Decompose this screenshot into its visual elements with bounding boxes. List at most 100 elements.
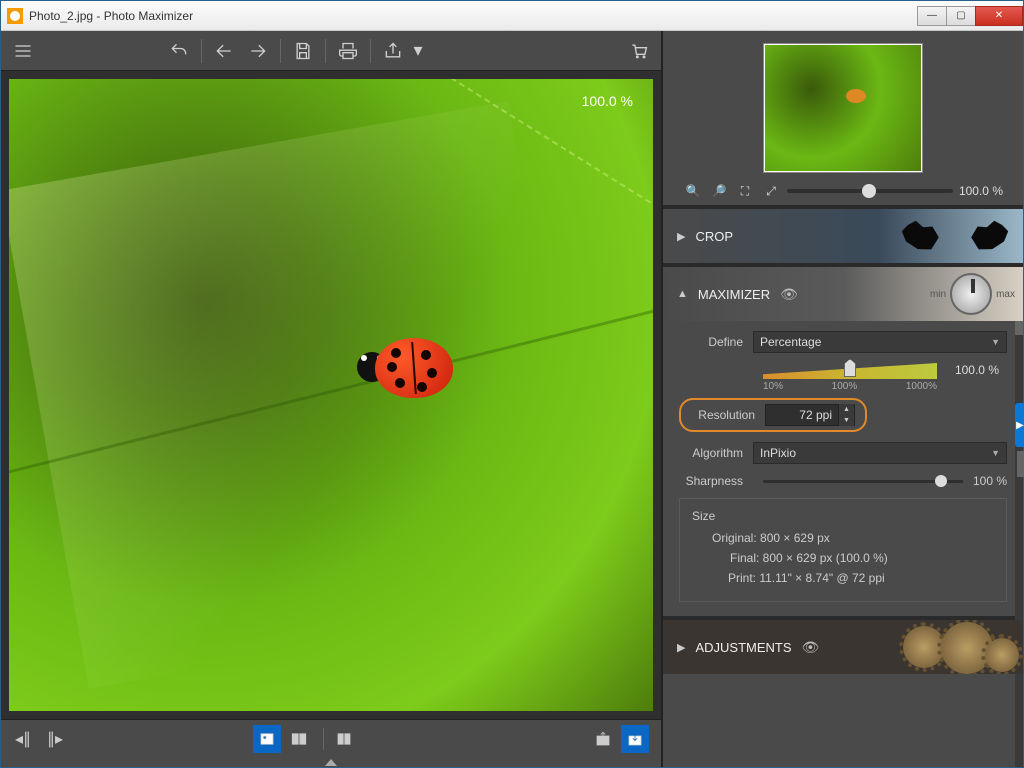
left-pane: ▾ (1, 31, 663, 767)
algorithm-row: Algorithm InPixio ▼ (679, 442, 1007, 464)
chevron-right-icon: ▶ (677, 230, 685, 243)
tick-1000: 1000% (906, 381, 937, 392)
resolution-row: Resolution 72 ppi ▲ ▼ (679, 398, 1007, 432)
save-button[interactable] (287, 35, 319, 67)
resolution-label: Resolution (691, 408, 765, 422)
maximize-button[interactable]: ▢ (946, 6, 976, 26)
leaf-highlight (9, 101, 596, 688)
tick-100: 100% (832, 381, 858, 392)
dial-min-label: min (930, 289, 946, 300)
chevron-right-icon: ▶ (677, 641, 685, 654)
chevron-up-icon (325, 759, 337, 766)
share-dropdown-icon[interactable]: ▾ (411, 35, 425, 67)
define-row: Define Percentage ▼ (679, 331, 1007, 353)
crop-hands-graphic (895, 215, 1015, 257)
undo-button[interactable] (163, 35, 195, 67)
next-button[interactable] (242, 35, 274, 67)
define-label: Define (679, 335, 753, 349)
algorithm-select[interactable]: InPixio ▼ (753, 442, 1007, 464)
filmstrip-toggle[interactable] (1, 757, 661, 767)
app-body: ▾ (1, 31, 1023, 767)
canvas-wrap: 100.0 % (1, 71, 661, 719)
chevron-down-icon: ▲ (677, 288, 688, 300)
adjustments-title: ADJUSTMENTS (695, 640, 791, 655)
maximizer-panel-header[interactable]: ▲ MAXIMIZER 👁 min max (663, 267, 1023, 321)
app-icon (7, 8, 23, 24)
view-single-button[interactable] (253, 725, 281, 753)
gears-graphic (863, 620, 1023, 674)
sharpness-slider[interactable] (763, 480, 963, 483)
dial-graphic: min max (930, 273, 1015, 315)
zoom-out-icon[interactable]: 🔍 (683, 181, 703, 201)
canvas-zoom-label: 100.0 % (582, 93, 633, 109)
maximizer-title: MAXIMIZER (698, 287, 770, 302)
collapse-left-icon[interactable]: ◂∥ (9, 725, 37, 753)
define-select[interactable]: Percentage ▼ (753, 331, 1007, 353)
zoom-slider[interactable] (787, 189, 953, 193)
size-final: Final: 800 × 629 px (100.0 %) (730, 551, 994, 565)
side-flyout-tab[interactable]: ▶ (1015, 403, 1024, 447)
zoom-in-icon[interactable]: 🔎 (709, 181, 729, 201)
dial-icon (950, 273, 992, 315)
image-canvas[interactable]: 100.0 % (9, 79, 653, 711)
visibility-icon[interactable]: 👁 (780, 286, 798, 303)
view-split-button[interactable] (330, 725, 358, 753)
app-window: Photo_2.jpg - Photo Maximizer — ▢ ✕ (0, 0, 1024, 768)
resolution-value: 72 ppi (766, 408, 838, 422)
bottom-divider (323, 728, 324, 750)
bottom-toolbar: ◂∥ ∥▸ (1, 719, 661, 757)
algorithm-label: Algorithm (679, 446, 753, 460)
spinner-up-icon[interactable]: ▲ (839, 404, 854, 415)
export-button[interactable] (589, 725, 617, 753)
toolbar-divider (325, 39, 326, 63)
close-button[interactable]: ✕ (975, 6, 1023, 26)
size-print: Print: 11.11" × 8.74" @ 72 ppi (728, 571, 994, 585)
cart-button[interactable] (623, 35, 655, 67)
toolbar-divider (201, 39, 202, 63)
prev-button[interactable] (208, 35, 240, 67)
print-button[interactable] (332, 35, 364, 67)
dropdown-icon: ▼ (991, 337, 1000, 347)
dial-max-label: max (996, 289, 1015, 300)
fit-screen-icon[interactable]: ⛶ (735, 181, 755, 201)
navigator-zoom-row: 🔍 🔎 ⛶ ⤢ 100.0 % (683, 181, 1003, 201)
navigator-thumbnail[interactable] (763, 43, 923, 173)
right-panel: 🔍 🔎 ⛶ ⤢ 100.0 % ▶ CROP ▲ (663, 31, 1023, 767)
sharpness-value: 100 % (973, 474, 1007, 488)
define-value: Percentage (760, 335, 821, 349)
resolution-spinner[interactable]: 72 ppi ▲ ▼ (765, 404, 855, 426)
titlebar: Photo_2.jpg - Photo Maximizer — ▢ ✕ (1, 1, 1023, 31)
menu-button[interactable] (7, 35, 39, 67)
side-grip[interactable] (1017, 451, 1024, 477)
view-compare-button[interactable] (285, 725, 313, 753)
toolbar-divider (370, 39, 371, 63)
maximizer-panel-body: Define Percentage ▼ 100.0 % 10% 100% (663, 321, 1023, 616)
percentage-value: 100.0 % (955, 363, 999, 377)
size-box: Size Original: 800 × 629 px Final: 800 ×… (679, 498, 1007, 602)
crop-title: CROP (695, 229, 733, 244)
panel-scrollbar[interactable] (1015, 271, 1023, 767)
minimize-button[interactable]: — (917, 6, 947, 26)
main-toolbar: ▾ (1, 31, 661, 71)
tick-10: 10% (763, 381, 783, 392)
spinner-down-icon[interactable]: ▼ (839, 415, 854, 426)
dropdown-icon: ▼ (991, 448, 1000, 458)
crop-panel-header[interactable]: ▶ CROP (663, 209, 1023, 263)
sharpness-row: Sharpness 100 % (679, 474, 1007, 488)
expand-right-icon[interactable]: ∥▸ (41, 725, 69, 753)
toolbar-divider (280, 39, 281, 63)
navigator: 🔍 🔎 ⛶ ⤢ 100.0 % (663, 31, 1023, 205)
percentage-slider-wrap: 100.0 % 10% 100% 1000% (679, 363, 1007, 392)
ladybug (357, 338, 453, 410)
import-button[interactable] (621, 725, 649, 753)
size-original: Original: 800 × 629 px (712, 531, 994, 545)
zoom-value: 100.0 % (959, 184, 1003, 198)
window-title: Photo_2.jpg - Photo Maximizer (29, 9, 193, 23)
visibility-icon[interactable]: 👁 (802, 639, 820, 656)
share-button[interactable] (377, 35, 409, 67)
size-heading: Size (692, 509, 994, 523)
percentage-thumb[interactable] (844, 359, 856, 377)
resolution-highlight: Resolution 72 ppi ▲ ▼ (679, 398, 867, 432)
actual-size-icon[interactable]: ⤢ (761, 181, 781, 201)
adjustments-panel-header[interactable]: ▶ ADJUSTMENTS 👁 (663, 620, 1023, 674)
